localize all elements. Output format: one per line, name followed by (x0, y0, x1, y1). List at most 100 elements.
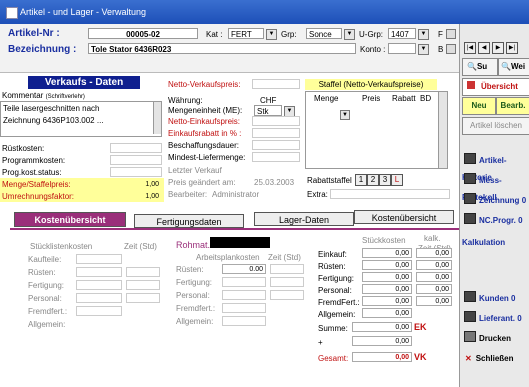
first-record-icon[interactable]: |◀ (464, 42, 476, 54)
menge-staffel-value[interactable]: 1,00 (110, 179, 162, 189)
kommentar-textarea[interactable]: Teile lasergeschnitten nach Zeichnung 64… (0, 101, 162, 137)
netto-einkaufspreis-field[interactable] (252, 116, 300, 126)
mindest-liefermenge-field[interactable] (252, 152, 300, 162)
artikel-loeschen-button[interactable]: Artikel löschen (462, 117, 529, 135)
sk-fremdfert-zeit[interactable]: 0,00 (416, 296, 452, 306)
ruesten-field[interactable] (76, 267, 122, 277)
artikel-nr-field[interactable]: 00005-02 (88, 28, 198, 39)
close-icon: ✕ (465, 354, 472, 363)
konto-field[interactable] (388, 43, 416, 54)
kat-label: Kat : (206, 30, 223, 39)
fertigung-field[interactable] (76, 280, 122, 290)
ap-allgemein-value[interactable] (222, 316, 266, 326)
ap-ruesten-zeit[interactable] (270, 264, 304, 274)
neu-button[interactable]: Neu (462, 97, 496, 115)
staffel-dropdown-icon[interactable]: ▼ (340, 110, 350, 120)
netto-einkaufspreis-label: Netto-Einkaufspreis: (168, 117, 241, 126)
bezeichnung-field[interactable]: Tole Stator 6436R023 (88, 43, 356, 54)
customers-icon (464, 291, 476, 302)
app-window: Artikel - und Lager - Verwaltung Artikel… (0, 0, 529, 387)
ap-fertigung-label: Fertigung: (176, 278, 213, 287)
netto-verkaufspreis-field[interactable] (252, 79, 300, 89)
kunden-button[interactable]: Kunden 0 (462, 290, 528, 307)
tab-fertigungsdaten[interactable]: Fertigungsdaten (134, 214, 244, 228)
ap-fremdfert-value[interactable] (222, 303, 266, 313)
artikel-historie-button[interactable]: Artikel-Historie (462, 152, 528, 182)
progstatus-field[interactable] (110, 167, 162, 177)
beschaffungsdauer-field[interactable] (252, 140, 300, 150)
umrechnungsfaktor-value[interactable]: 1,00 (110, 191, 162, 201)
grp-dropdown-icon[interactable]: ▼ (344, 29, 355, 40)
rohmat-field[interactable] (210, 237, 270, 248)
tab-kostenuebersicht-2[interactable]: Kostenübersicht (354, 210, 454, 224)
nc-programm-button[interactable]: NC.Progr. 0 (462, 212, 528, 229)
ek-button[interactable]: EK (414, 322, 427, 332)
plus-label: + (318, 338, 323, 347)
ap-fertigung-value[interactable] (222, 277, 266, 287)
f-flag-checkbox[interactable] (446, 29, 456, 39)
prev-record-icon[interactable]: ◀ (478, 42, 490, 54)
kaufteile-field[interactable] (76, 254, 122, 264)
extra-field[interactable] (330, 189, 450, 199)
sk-fertigung-zeit[interactable]: 0,00 (416, 272, 452, 282)
personal-field[interactable] (76, 293, 122, 303)
bearbeiten-button[interactable]: Bearb. (496, 97, 529, 115)
personal-zeit-field[interactable] (126, 293, 160, 303)
programmkosten-field[interactable] (110, 155, 162, 165)
tab-kostenuebersicht[interactable]: Kostenübersicht (14, 212, 126, 227)
grp-select[interactable]: Sonce (306, 28, 342, 39)
next-record-icon[interactable]: ▶ (492, 42, 504, 54)
schliessen-button[interactable]: ✕ Schließen (462, 350, 528, 367)
staffel-page-3[interactable]: 3 (379, 174, 391, 186)
stueckliste-zeit-label: Zeit (Std) (124, 242, 157, 251)
vk-button[interactable]: VK (414, 352, 427, 362)
summe-value[interactable]: 0,00 (352, 322, 412, 332)
table-icon (467, 81, 475, 89)
einkaufsrabatt-field[interactable] (252, 128, 300, 138)
tab-lager-daten[interactable]: Lager-Daten (254, 212, 354, 226)
sk-einkauf-value[interactable]: 0,00 (362, 248, 412, 258)
ap-fertigung-zeit[interactable] (270, 277, 304, 287)
mess-protokoll-button[interactable]: Mess-Protokoll (462, 172, 528, 202)
uebersicht-button[interactable]: Übersicht (462, 78, 529, 96)
kommentar-scrollbar[interactable] (153, 102, 161, 134)
ap-personal-value[interactable] (222, 290, 266, 300)
schliessen-label: Schließen (475, 354, 514, 363)
ruestkosten-field[interactable] (110, 143, 162, 153)
ugrp-select[interactable]: 1407 (388, 28, 416, 39)
kat-select[interactable]: FERT (228, 28, 264, 39)
kat-dropdown-icon[interactable]: ▼ (266, 29, 277, 40)
zeichnung-button[interactable]: Zeichnung 0 (462, 192, 528, 209)
staffel-scrollbar[interactable] (438, 91, 448, 169)
staffel-page-1[interactable]: 1 (355, 174, 367, 186)
ruesten-label: Rüsten: (28, 268, 56, 277)
plus-value[interactable]: 0,00 (352, 336, 412, 346)
weiter-button[interactable]: 🔍Wei (498, 58, 529, 76)
sk-allgemein-value[interactable]: 0,00 (362, 308, 412, 318)
konto-dropdown-icon[interactable]: ▼ (418, 44, 429, 55)
sk-ruesten-zeit[interactable]: 0,00 (416, 260, 452, 270)
sk-ruesten-value[interactable]: 0,00 (362, 260, 412, 270)
ap-ruesten-value[interactable]: 0.00 (222, 264, 266, 274)
sk-personal-zeit[interactable]: 0,00 (416, 284, 452, 294)
sk-fertigung-value[interactable]: 0,00 (362, 272, 412, 282)
fremdfert-field[interactable] (76, 306, 122, 316)
last-record-icon[interactable]: ▶| (506, 42, 518, 54)
staffel-grid[interactable]: Menge Preis Rabatt BD ▼ (305, 91, 439, 169)
ap-personal-zeit[interactable] (270, 290, 304, 300)
lieferant-button[interactable]: Lieferant. 0 (462, 310, 528, 327)
kalkulation-button[interactable]: Kalkulation (462, 234, 528, 251)
sk-personal-value[interactable]: 0,00 (362, 284, 412, 294)
sk-fremdfert-value[interactable]: 0,00 (362, 296, 412, 306)
sk-einkauf-zeit[interactable]: 0,00 (416, 248, 452, 258)
mengeneinheit-select[interactable]: Stk (254, 105, 282, 116)
fertigung-zeit-field[interactable] (126, 280, 160, 290)
suchen-button[interactable]: 🔍Su (462, 58, 498, 76)
drucken-button[interactable]: Drucken (462, 330, 528, 347)
staffel-page-2[interactable]: 2 (367, 174, 379, 186)
ruesten-zeit-field[interactable] (126, 267, 160, 277)
ugrp-dropdown-icon[interactable]: ▼ (418, 29, 429, 40)
gesamt-value[interactable]: 0,00 (352, 352, 412, 362)
b-flag-checkbox[interactable] (446, 44, 456, 54)
staffel-page-l[interactable]: L (391, 174, 403, 186)
